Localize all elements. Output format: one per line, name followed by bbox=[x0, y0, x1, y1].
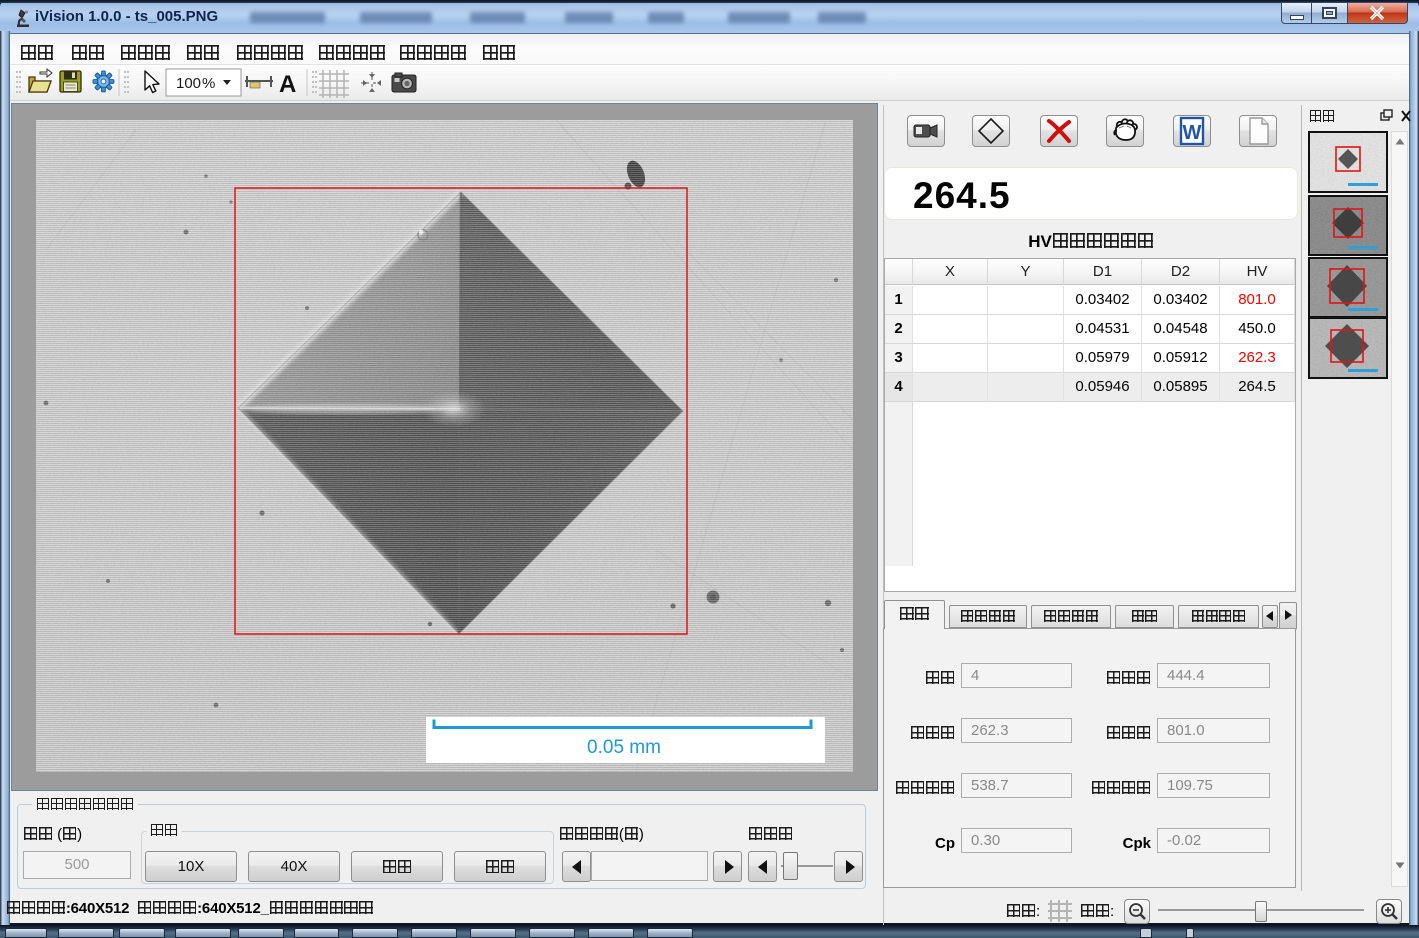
svg-text:W: W bbox=[1183, 122, 1202, 144]
svg-text:A: A bbox=[279, 71, 296, 98]
svg-text:0.05 mm: 0.05 mm bbox=[587, 737, 661, 758]
svg-text:100%: 100% bbox=[176, 75, 215, 92]
